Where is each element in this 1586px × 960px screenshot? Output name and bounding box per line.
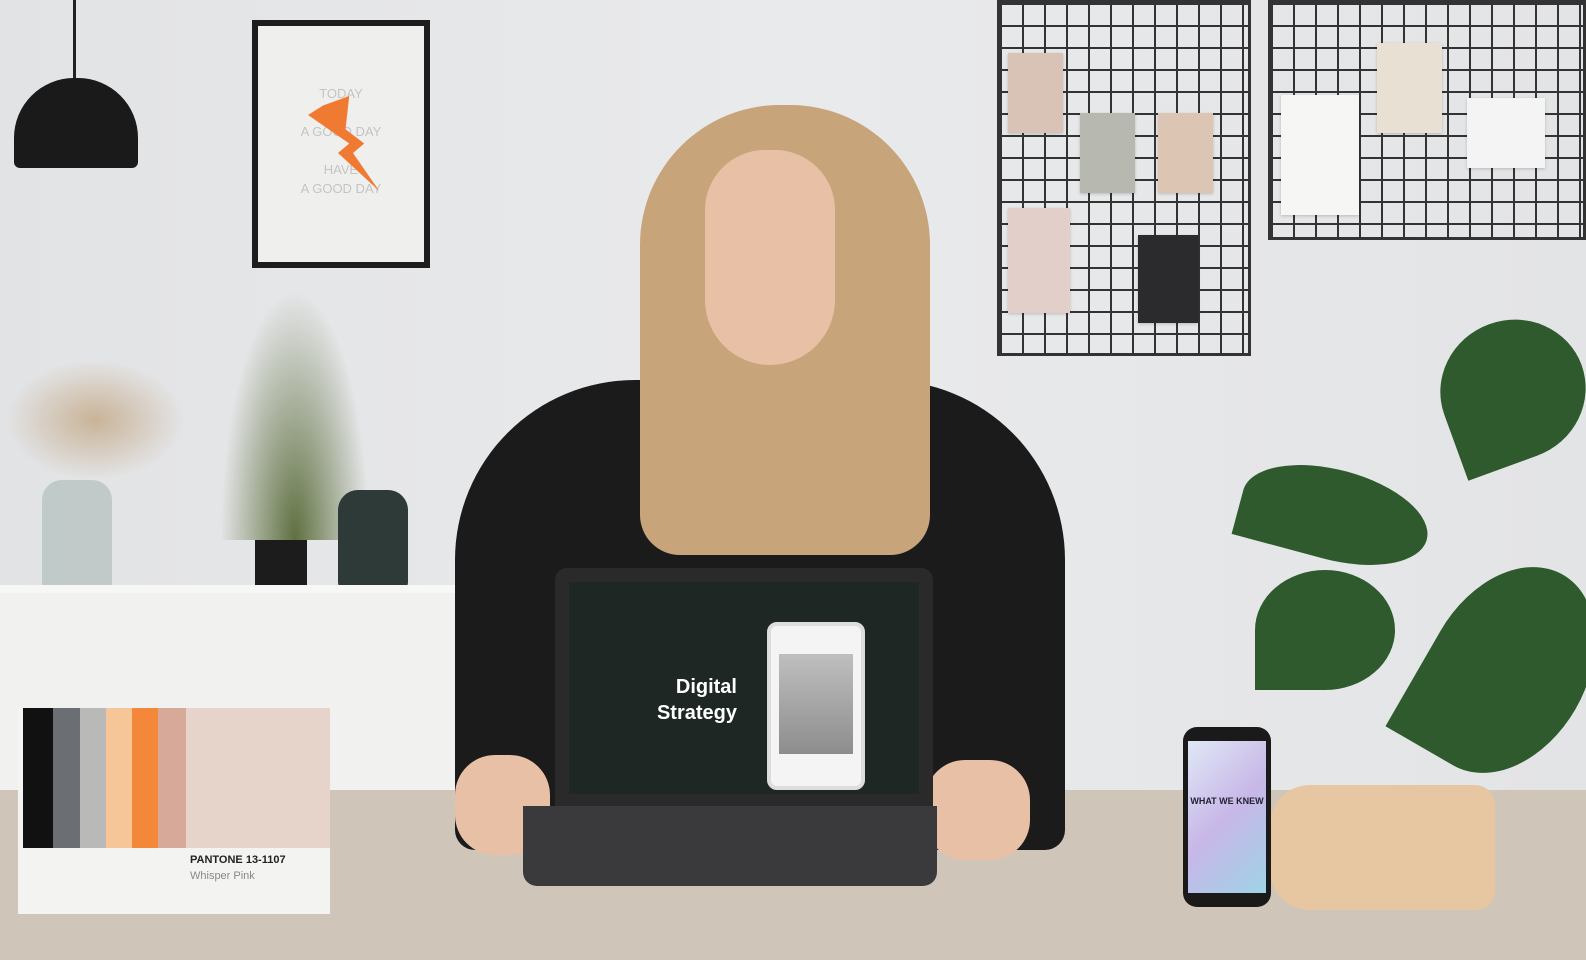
mockup-photo: [779, 654, 853, 754]
color-card: [1080, 113, 1135, 193]
glass-vase: [42, 480, 112, 592]
color-card: [1008, 53, 1063, 133]
swatch-name: Whisper Pink: [190, 870, 255, 882]
swatch-label: PANTONE 13-1107: [190, 854, 286, 866]
photo-card: [1138, 235, 1198, 323]
screen-title: Digital Strategy: [627, 674, 737, 726]
phone-screen-text: WHAT WE KNEW: [1190, 796, 1264, 806]
pampas-grass: [5, 360, 185, 480]
photo-card: [1377, 43, 1442, 133]
photo-card: [1008, 208, 1070, 313]
poster-line: HAVE: [323, 162, 359, 177]
color-card: [1158, 113, 1213, 193]
person-face: [705, 150, 835, 365]
framed-poster: TODAY A GOOD DAY HAVE A GOOD DAY: [252, 20, 430, 268]
dark-vase: [338, 490, 408, 592]
lamp-cord: [73, 0, 76, 80]
laptop: Digital Strategy: [555, 568, 933, 808]
quote-card: [1281, 95, 1359, 215]
phone-mockup: [767, 622, 865, 790]
poster-line: A GOOD DAY: [300, 181, 382, 196]
laptop-screen: Digital Strategy: [569, 582, 919, 794]
pantone-swatches: PANTONE 13-1107 Whisper Pink: [18, 708, 330, 914]
phone-screen: WHAT WE KNEW: [1188, 741, 1266, 893]
wooden-hand: [1270, 785, 1495, 910]
right-hand: [925, 760, 1030, 860]
photo-card: [1467, 98, 1545, 168]
smartphone: WHAT WE KNEW: [1183, 727, 1271, 907]
screen-title-line: Strategy: [656, 702, 737, 724]
monstera-leaf: [1255, 570, 1395, 690]
laptop-keyboard: [523, 806, 937, 886]
wire-grid-moodboard: [997, 0, 1251, 356]
swatch-whisper-pink: [186, 708, 330, 848]
wire-grid-moodboard: [1268, 0, 1586, 240]
screen-title-line: Digital: [675, 676, 737, 698]
